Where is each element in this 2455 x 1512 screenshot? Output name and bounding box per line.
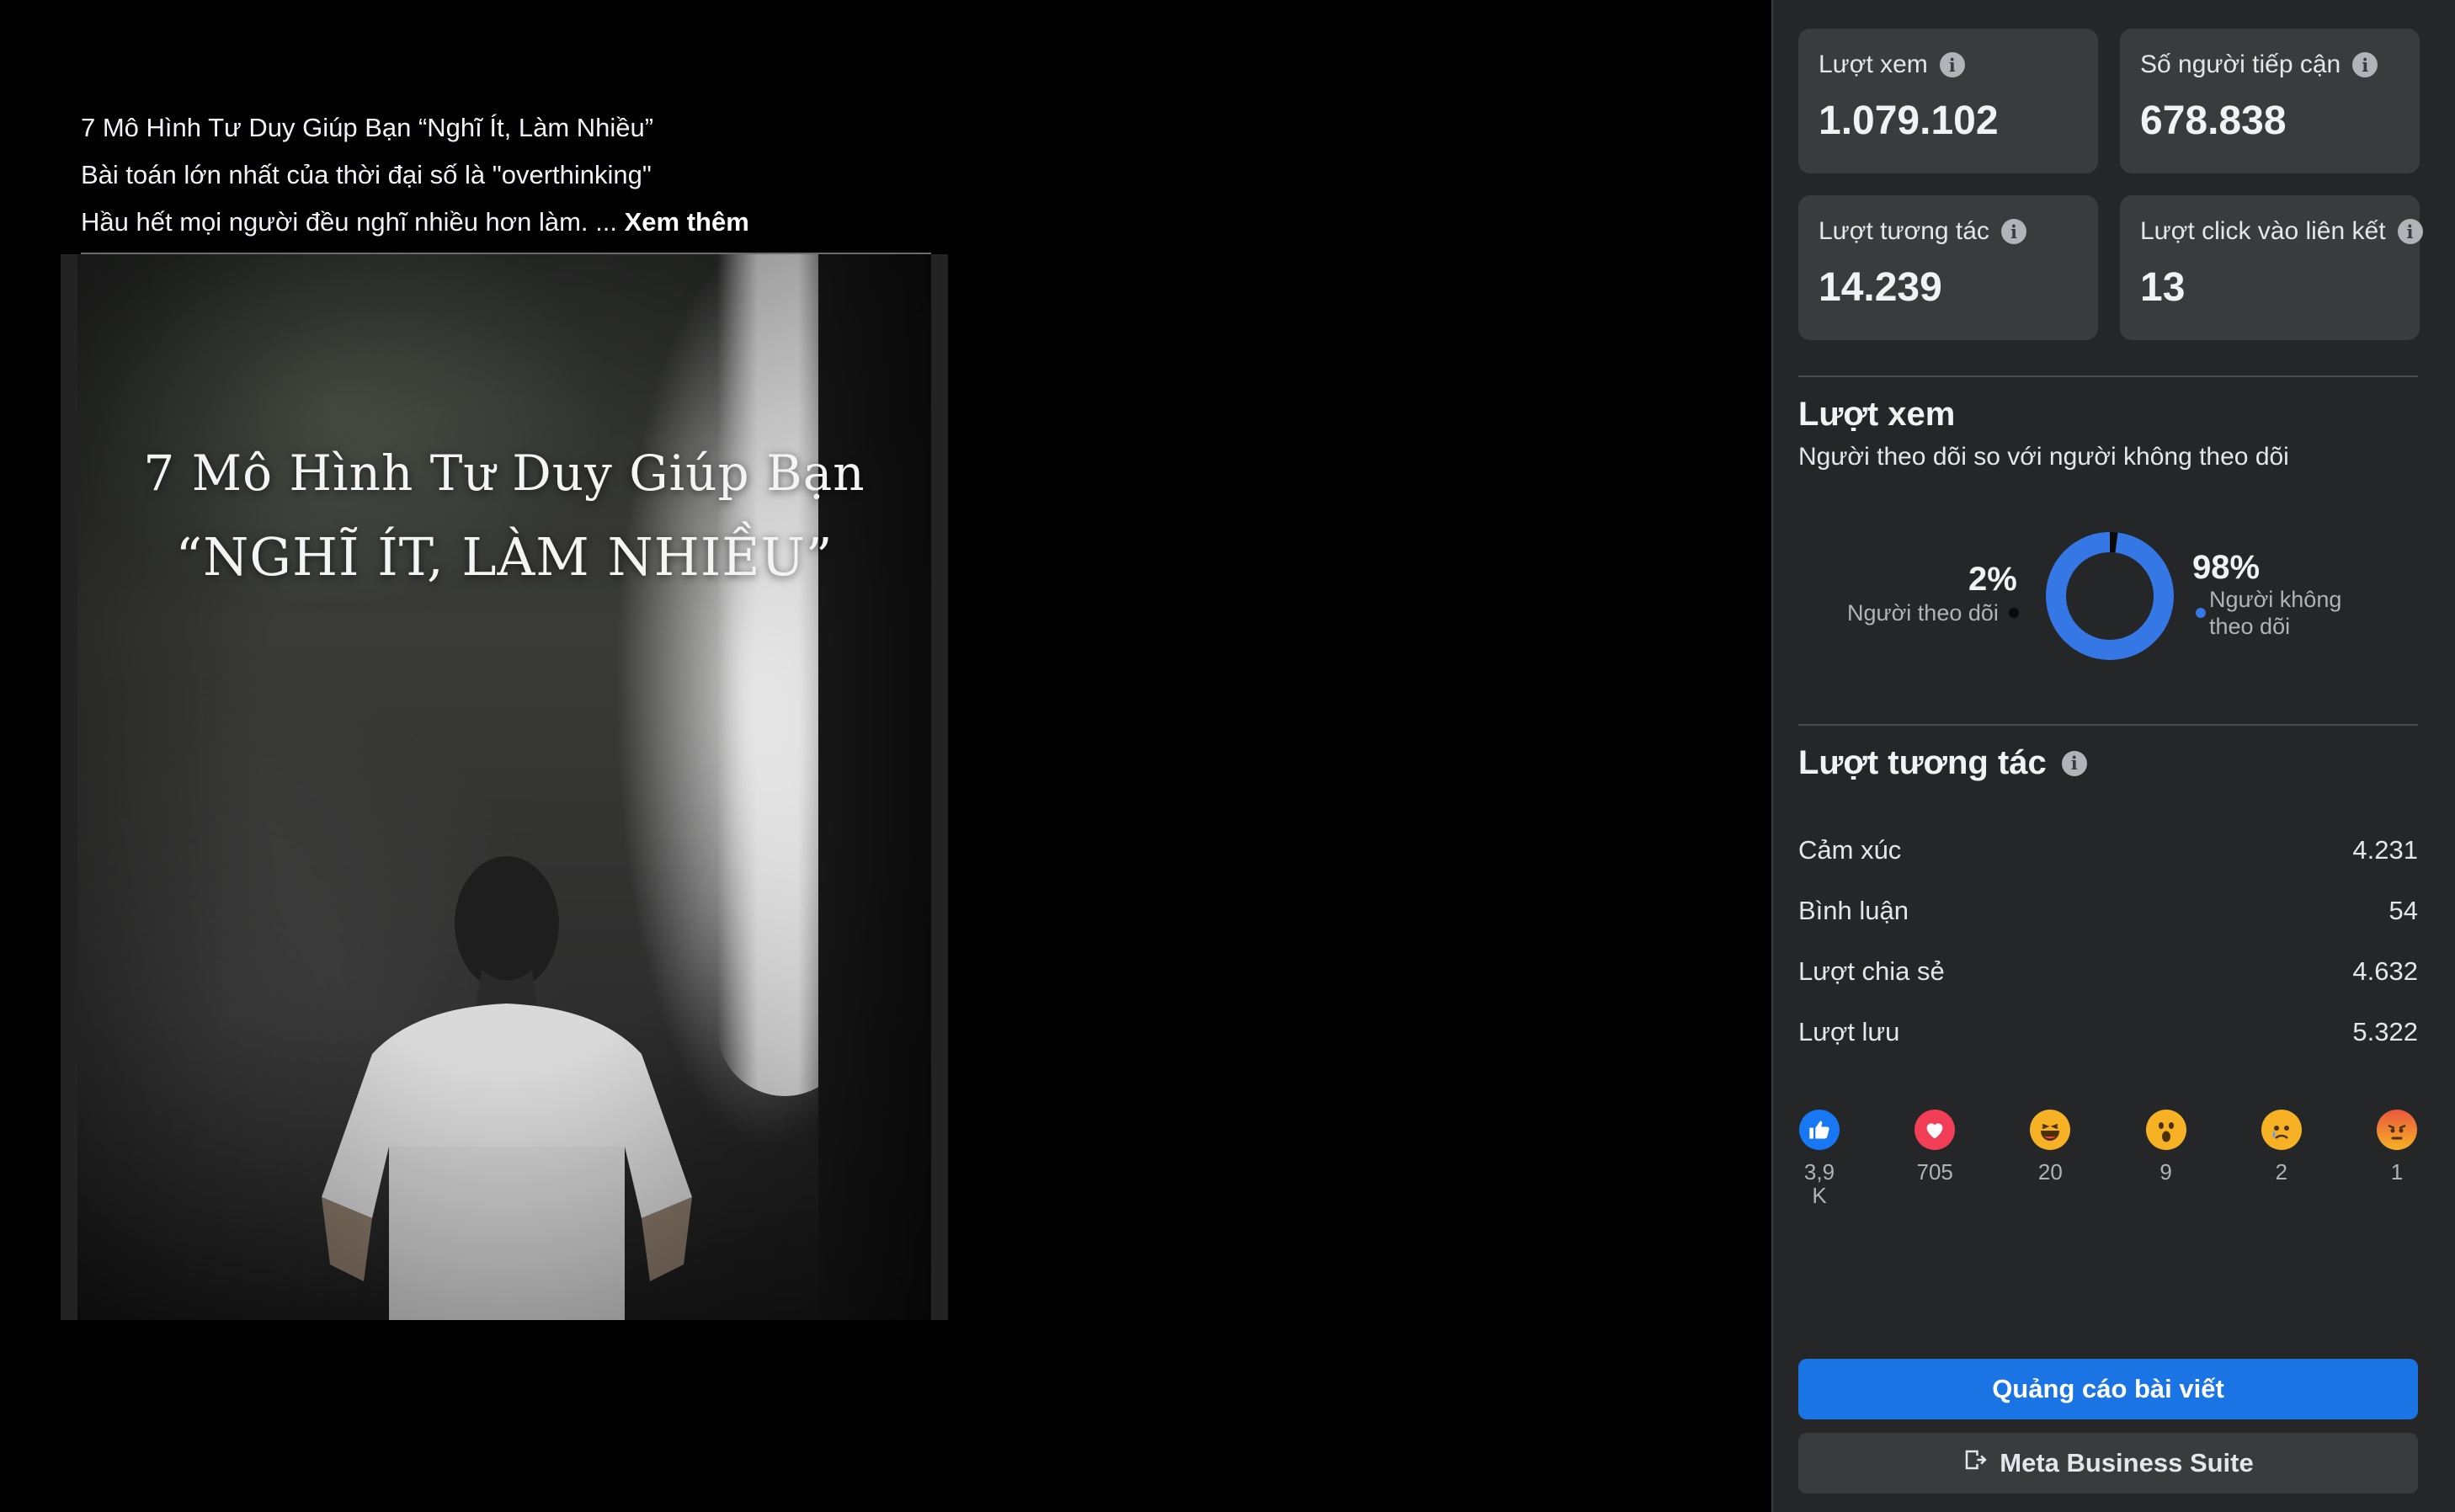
non-followers-label: Người không theo dõi <box>2209 586 2341 640</box>
label-line: Người không <box>2209 587 2342 612</box>
info-icon[interactable]: i <box>2061 750 2087 776</box>
reaction-count: 1 <box>2390 1159 2404 1185</box>
stat-label: Lượt tương tác i <box>1819 217 2078 246</box>
engagement-row-shares: Lượt chia sẻ 4.632 <box>1798 956 2418 987</box>
label-line: theo dõi <box>2209 614 2291 639</box>
engagement-row-saves: Lượt lưu 5.322 <box>1798 1017 2418 1047</box>
media-title: 7 Mô Hình Tư Duy Giúp Bạn “NGHĨ ÍT, LÀM … <box>77 431 931 599</box>
non-followers-legend-dot <box>2196 608 2206 618</box>
engagement-row-comments: Bình luận 54 <box>1798 896 2418 926</box>
sad-icon <box>2261 1110 2302 1150</box>
reaction-count: 20 <box>2037 1159 2063 1185</box>
reaction-love: 705 <box>1914 1110 1956 1207</box>
reaction-wow: 9 <box>2145 1110 2187 1207</box>
stat-value: 14.239 <box>1819 265 1942 310</box>
engagement-section-title: Lượt tương tác i <box>1798 744 2087 782</box>
row-label: Bình luận <box>1798 896 1909 925</box>
media-title-line: “NGHĨ ÍT, LÀM NHIỀU” <box>175 526 833 588</box>
stat-label: Số người tiếp cận i <box>2140 51 2399 79</box>
reaction-sad: 2 <box>2261 1110 2303 1207</box>
non-followers-percent: 98% <box>2192 549 2261 586</box>
row-label: Lượt chia sẻ <box>1798 956 1945 986</box>
row-label: Cảm xúc <box>1798 835 1902 865</box>
row-value: 4.632 <box>2352 956 2418 986</box>
angry-icon <box>2376 1110 2417 1150</box>
post-caption: 7 Mô Hình Tư Duy Giúp Bạn “Nghĩ Ít, Làm … <box>81 104 923 246</box>
see-more-link[interactable]: Xem thêm <box>625 207 749 237</box>
row-value: 54 <box>2388 896 2418 925</box>
info-icon[interactable]: i <box>2397 219 2423 244</box>
reaction-count: 9 <box>2159 1159 2172 1185</box>
info-icon[interactable]: i <box>1939 52 1965 77</box>
reaction-like: 3,9 K <box>1798 1110 1840 1207</box>
reaction-count: 705 <box>1916 1159 1953 1185</box>
divider <box>1798 724 2418 726</box>
haha-icon <box>2030 1110 2071 1150</box>
views-section-title: Lượt xem <box>1798 396 1955 434</box>
reaction-breakdown: 3,9 K 705 20 9 2 1 <box>1798 1110 2418 1207</box>
stat-label: Lượt click vào liên kết i <box>2140 217 2423 246</box>
stat-label-text: Lượt tương tác <box>1819 217 1989 245</box>
info-icon[interactable]: i <box>2352 52 2378 77</box>
caption-line-text: Hầu hết mọi người đều nghĩ nhiều hơn làm… <box>81 207 617 237</box>
info-icon[interactable]: i <box>2000 219 2026 244</box>
media-title-line: 7 Mô Hình Tư Duy Giúp Bạn <box>143 445 865 502</box>
reaction-angry: 1 <box>2376 1110 2418 1207</box>
reaction-haha: 20 <box>2029 1110 2071 1207</box>
wow-icon <box>2145 1110 2186 1150</box>
boost-post-button[interactable]: Quảng cáo bài viết <box>1798 1359 2418 1419</box>
section-title-text: Lượt xem <box>1798 396 1956 433</box>
vignette <box>77 254 931 1320</box>
caption-line: 7 Mô Hình Tư Duy Giúp Bạn “Nghĩ Ít, Làm … <box>81 113 654 142</box>
divider <box>1798 375 2418 377</box>
followers-donut-chart <box>2046 532 2174 660</box>
views-section-subtitle: Người theo dõi so với người không theo d… <box>1798 443 2289 471</box>
row-value: 4.231 <box>2352 835 2418 865</box>
caption-line: Bài toán lớn nhất của thời đại số là "ov… <box>81 160 652 189</box>
meta-business-suite-button[interactable]: Meta Business Suite <box>1798 1433 2418 1493</box>
stat-card-engagement: Lượt tương tác i 14.239 <box>1798 195 2098 340</box>
button-label: Meta Business Suite <box>2000 1448 2254 1477</box>
stat-label-text: Lượt xem <box>1819 51 1928 78</box>
followers-label: Người theo dõi <box>1847 600 1999 626</box>
stat-card-views: Lượt xem i 1.079.102 <box>1798 29 2098 173</box>
stat-value: 1.079.102 <box>1819 98 1999 143</box>
video-frame: 7 Mô Hình Tư Duy Giúp Bạn “NGHĨ ÍT, LÀM … <box>77 254 931 1320</box>
donut-ring <box>2046 532 2174 660</box>
stat-label-text: Số người tiếp cận <box>2140 51 2341 78</box>
engagement-row-reactions: Cảm xúc 4.231 <box>1798 835 2418 865</box>
reaction-count: 2 <box>2275 1159 2287 1185</box>
stat-label-text: Lượt click vào liên kết <box>2140 217 2386 245</box>
stat-value: 678.838 <box>2140 98 2287 143</box>
row-label: Lượt lưu <box>1798 1017 1900 1046</box>
love-icon <box>1914 1110 1956 1150</box>
stat-value: 13 <box>2140 265 2186 310</box>
stat-card-link-clicks: Lượt click vào liên kết i 13 <box>2120 195 2423 340</box>
external-link-icon <box>1962 1447 1988 1479</box>
reaction-count: 3,9 K <box>1803 1159 1835 1208</box>
stat-label: Lượt xem i <box>1819 51 2078 79</box>
followers-legend-dot <box>2009 608 2019 618</box>
post-media[interactable]: 7 Mô Hình Tư Duy Giúp Bạn “NGHĨ ÍT, LÀM … <box>61 254 948 1320</box>
followers-percent: 2% <box>1968 561 2017 598</box>
stat-card-reach: Số người tiếp cận i 678.838 <box>2120 29 2420 173</box>
section-title-text: Lượt tương tác <box>1798 744 2047 781</box>
post-area: 7 Mô Hình Tư Duy Giúp Bạn “Nghĩ Ít, Làm … <box>0 0 1771 1512</box>
caption-line: Hầu hết mọi người đều nghĩ nhiều hơn làm… <box>81 199 923 246</box>
row-value: 5.322 <box>2352 1017 2418 1046</box>
like-icon <box>1799 1110 1840 1150</box>
